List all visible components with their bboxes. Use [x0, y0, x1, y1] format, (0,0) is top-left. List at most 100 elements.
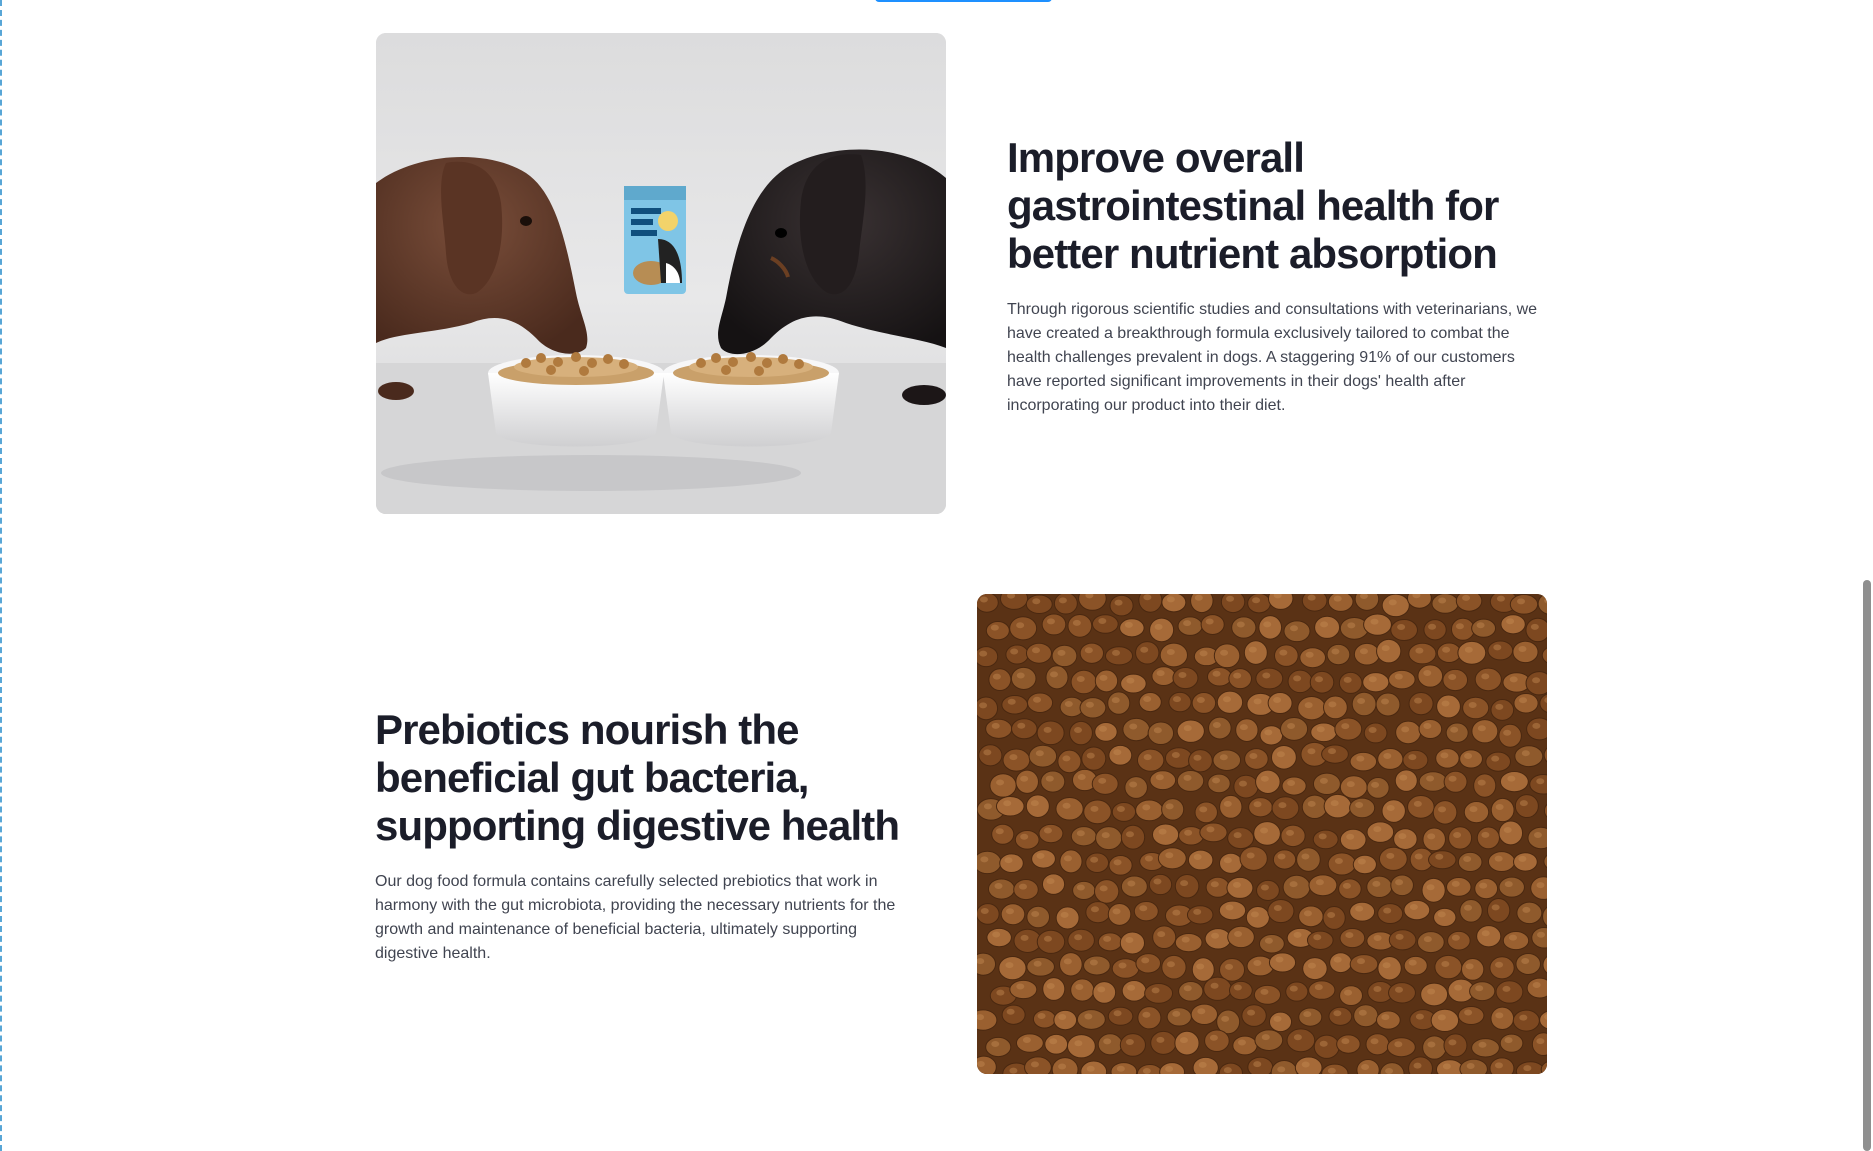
- kibble-highlight: [1442, 646, 1451, 653]
- kibble-piece: [1137, 1006, 1162, 1030]
- kibble-piece: [1233, 774, 1259, 799]
- cta-button-edge[interactable]: [875, 0, 1052, 2]
- kibble-piece: [977, 850, 1002, 875]
- kibble-piece: [1363, 722, 1388, 744]
- kibble-piece: [1363, 613, 1392, 636]
- kibble-piece: [1388, 669, 1416, 690]
- kibble-highlight: [1165, 803, 1174, 810]
- kibble-highlight: [1381, 645, 1390, 652]
- kibble-highlight: [1358, 1009, 1367, 1016]
- kibble-piece: [1339, 775, 1368, 799]
- kibble-piece: [1334, 717, 1363, 741]
- kibble-highlight: [1494, 1062, 1503, 1069]
- kibble-highlight: [1469, 806, 1478, 813]
- kibble-piece: [1057, 749, 1082, 774]
- kibble-piece: [1036, 929, 1066, 954]
- kibble-highlight: [1064, 700, 1073, 707]
- kibble-highlight: [1507, 775, 1516, 782]
- kibble-highlight: [1260, 988, 1269, 995]
- kibble-piece: [1135, 641, 1160, 665]
- kibble-highlight: [1401, 726, 1410, 733]
- kibble-highlight: [1506, 618, 1515, 625]
- kibble-highlight: [1233, 984, 1242, 991]
- kibble-highlight: [1221, 1015, 1230, 1022]
- kibble-piece: [1083, 955, 1111, 976]
- kibble-piece: [1268, 952, 1297, 973]
- kibble-piece: [1041, 613, 1067, 636]
- kibble-piece: [1301, 794, 1328, 820]
- kibble-piece: [1471, 618, 1497, 638]
- kibble-piece: [1253, 984, 1282, 1005]
- kibble-highlight: [1468, 701, 1477, 708]
- kibble-piece: [1339, 927, 1366, 949]
- kibble-piece: [1490, 699, 1515, 721]
- kibble-highlight: [1184, 829, 1193, 836]
- kibble-highlight: [1359, 648, 1368, 655]
- kibble-piece: [1002, 748, 1031, 772]
- kibble-highlight: [1113, 749, 1122, 756]
- kibble-highlight: [1151, 987, 1160, 994]
- kibble-highlight: [1442, 1063, 1451, 1070]
- kibble-highlight: [1260, 775, 1269, 782]
- kibble-piece: [1245, 906, 1270, 929]
- kibble-highlight: [980, 856, 989, 863]
- kibble-highlight: [1253, 698, 1262, 705]
- kibble-piece: [1136, 748, 1165, 772]
- kibble-piece: [999, 853, 1024, 874]
- kibble-highlight: [1158, 828, 1167, 835]
- kibble-piece: [1314, 615, 1341, 639]
- kibble-highlight: [1273, 1015, 1282, 1022]
- kibble-piece: [1166, 1007, 1192, 1027]
- kibble-highlight: [1408, 754, 1417, 761]
- kibble-piece: [1423, 619, 1447, 641]
- kibble-piece: [1042, 977, 1066, 1001]
- kibble-piece: [1254, 1029, 1284, 1051]
- kibble-piece: [1248, 797, 1273, 818]
- kibble-piece: [1378, 846, 1408, 871]
- kibble-piece: [1111, 958, 1140, 979]
- kibble-closeup-image: [977, 594, 1547, 1074]
- kibble-highlight: [1357, 697, 1366, 704]
- kibble-piece: [998, 955, 1027, 981]
- kibble-piece: [1055, 906, 1080, 930]
- kibble-piece: [1474, 667, 1502, 692]
- kibble-highlight: [979, 596, 988, 603]
- kibble-piece: [1287, 669, 1313, 694]
- kibble-highlight: [1395, 933, 1404, 940]
- kibble-highlight: [1196, 696, 1205, 703]
- kibble-highlight: [1086, 752, 1095, 759]
- kibble-piece: [1366, 875, 1393, 899]
- kibble-piece: [1188, 749, 1213, 773]
- scrollbar-track[interactable]: [1861, 0, 1873, 1151]
- kibble-piece: [1149, 617, 1175, 643]
- kibble-highlight: [1455, 623, 1464, 630]
- kibble-highlight: [1522, 906, 1531, 913]
- kibble-piece: [1435, 748, 1460, 769]
- kibble-piece: [1067, 613, 1093, 638]
- kibble-highlight: [1427, 1041, 1436, 1048]
- kibble-highlight: [991, 722, 1000, 729]
- kibble-highlight: [1478, 1041, 1487, 1048]
- kibble-piece: [1312, 829, 1339, 850]
- kibble-highlight: [1043, 726, 1052, 733]
- kibble-highlight: [1017, 722, 1026, 729]
- kibble-piece: [1072, 880, 1096, 901]
- kibble-piece: [1513, 692, 1539, 714]
- kibble-highlight: [1279, 649, 1288, 656]
- kibble-highlight: [980, 907, 989, 914]
- kibble-highlight: [1154, 623, 1163, 630]
- kibble-piece: [1513, 852, 1538, 872]
- kibble-piece: [1135, 953, 1162, 974]
- kibble-piece: [1076, 1009, 1106, 1030]
- kibble-piece: [1038, 823, 1064, 844]
- kibble-highlight: [1199, 650, 1208, 657]
- kibble-piece: [1253, 821, 1281, 846]
- kibble-highlight: [1440, 752, 1449, 759]
- scrollbar-thumb[interactable]: [1863, 580, 1871, 1151]
- kibble-highlight: [1287, 722, 1296, 729]
- kibble-piece: [1256, 879, 1280, 901]
- kibble-highlight: [1020, 775, 1029, 782]
- kibble-piece: [1216, 690, 1244, 714]
- kibble-highlight: [1481, 930, 1490, 937]
- kibble-highlight: [1316, 726, 1325, 733]
